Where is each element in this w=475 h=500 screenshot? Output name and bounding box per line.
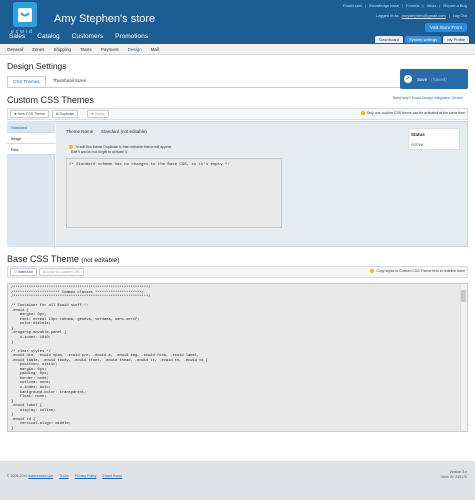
terms-link[interactable]: Terms (59, 474, 69, 478)
new-theme-label: New CSS Theme (17, 112, 45, 116)
nav-catalog[interactable]: Catalog (36, 33, 60, 40)
plus-icon: ✚ (14, 112, 17, 116)
copy-to-custom-button[interactable]: ⧉ Copy to Custom CSS (39, 268, 84, 276)
status-value: Active (411, 142, 424, 147)
copyright-link[interactable]: www.ecwid.com (28, 474, 53, 478)
only-one-tip: Only one custom CSS theme can be activat… (360, 111, 465, 116)
lightbulb-icon (360, 111, 365, 116)
tab-system-settings[interactable]: System settings (404, 36, 442, 43)
base-title-text: Base CSS Theme (7, 254, 79, 264)
store-title: Amy Stephen's store (54, 13, 156, 25)
delete-label: Delete (94, 112, 106, 116)
subnav-general[interactable]: General (7, 47, 23, 52)
need-help: Need help? Ecwid Design Integration Serv… (393, 96, 463, 100)
base-css-title: Base CSS Theme (not editable) (7, 254, 119, 264)
theme-item-standard[interactable]: Standard (7, 122, 55, 133)
subnav-shipping[interactable]: Shipping (54, 47, 72, 52)
subnav-design[interactable]: Design (128, 47, 142, 52)
nav-promotions[interactable]: Promotions (114, 33, 149, 40)
lightbulb-icon (69, 145, 73, 150)
custom-css-title: Custom CSS Themes (7, 95, 94, 105)
link-forums[interactable]: Forums (406, 3, 420, 8)
link-knowledge-base[interactable]: Knowledge base (369, 3, 399, 8)
info-line-1: To edit this theme Duplicate it, then ed… (69, 145, 172, 150)
tab-my-profile[interactable]: My Profile (443, 36, 469, 43)
nav-customers[interactable]: Customers (71, 33, 104, 40)
copy-tip-text: Copy styles to Custom CSS Theme field to… (376, 269, 465, 273)
info-line-2: Edit it and do not forget to activate it… (71, 150, 128, 154)
check-icon: ✓ (404, 75, 412, 83)
new-css-theme-button[interactable]: ✚ New CSS Theme (10, 110, 49, 118)
design-service-link[interactable]: Ecwid Design Integration Service (412, 96, 463, 100)
ecwid-logo[interactable] (13, 2, 37, 27)
user-email[interactable]: amystephen@gmail.com (402, 13, 446, 18)
copyright-text: © 2009-2010 (7, 474, 29, 478)
store-id: Store ID: 245176 (440, 475, 467, 479)
subnav: General Zones Shipping Taxes Payment Des… (7, 47, 159, 52)
nav-sales[interactable]: Sales (8, 33, 26, 40)
visit-store-button[interactable]: Visit Store Front (424, 23, 467, 32)
cart-icon (18, 7, 32, 22)
theme-item-red[interactable]: Red (7, 144, 55, 155)
login-line: Logged in as amystephen@gmail.com | Log O… (375, 13, 467, 18)
need-help-label: Need help? (392, 96, 411, 100)
select-all-icon: ☐ (14, 270, 18, 274)
logout-link[interactable]: Log Out (453, 13, 467, 18)
link-ideas[interactable]: Ideas (427, 3, 437, 8)
copy-tip: Copy styles to Custom CSS Theme field to… (370, 269, 465, 274)
privacy-link[interactable]: Privacy Policy (75, 474, 97, 478)
delete-icon: ✖ (91, 112, 94, 116)
save-label: Save (417, 77, 428, 82)
only-one-text: Only one custom CSS theme can be activat… (366, 111, 465, 115)
info-line-1-text: To edit this theme Duplicate it, then ed… (75, 145, 172, 149)
base-css-code[interactable]: /***************************************… (7, 283, 468, 432)
save-state: (Saved) (431, 77, 447, 82)
tabs-divider (7, 87, 468, 88)
code-scrollbar[interactable] (460, 284, 467, 431)
code-scrollbar-thumb[interactable] (461, 290, 466, 302)
subnav-mail[interactable]: Mail (151, 47, 159, 52)
theme-name-label: Theme Name (66, 129, 94, 134)
subnav-payment[interactable]: Payment (101, 47, 119, 52)
copyright: © 2009-2010 www.ecwid.com (7, 474, 53, 478)
duplicate-label: Duplicate (59, 112, 75, 116)
page-title: Design Settings (7, 61, 67, 71)
right-tabs: Dashboard System settings My Profile (375, 36, 469, 43)
footer-links: © 2009-2010 www.ecwid.com Terms Privacy … (7, 474, 122, 478)
logged-in-label: Logged in as (375, 13, 399, 18)
base-title-suffix: (not editable) (81, 257, 120, 264)
copy-label: Copy to Custom CSS (46, 270, 80, 274)
select-all-button[interactable]: ☐ Select All (10, 268, 37, 276)
status-label: Status (411, 132, 425, 137)
theme-name-value: Standard (not editable) (101, 129, 147, 134)
subnav-zones[interactable]: Zones (32, 47, 45, 52)
lightbulb-icon (370, 269, 375, 274)
footer-info: Version 5.x Store ID: 245176 (441, 470, 467, 480)
duplicate-button[interactable]: ⧉ Duplicate (52, 110, 79, 118)
select-all-label: Select All (18, 270, 33, 274)
link-ecwid-com[interactable]: Ecwid.com (343, 3, 362, 8)
top-links: Ecwid.com | Knowledge base | Forums | Ideas… (342, 3, 467, 8)
delete-button[interactable]: ✖ Delete (87, 110, 110, 118)
tab-dashboard[interactable]: Dashboard (375, 36, 403, 43)
tab-css-themes[interactable]: CSS Themes (7, 76, 46, 87)
ecwid-home-link[interactable]: Ecwid Home (103, 474, 123, 478)
subnav-taxes[interactable]: Taxes (80, 47, 92, 52)
tab-thumbnail-sizes[interactable]: Thumbnail Sizes (48, 76, 91, 87)
link-report-bug[interactable]: Report a Bug (443, 3, 467, 8)
main-nav: Sales Catalog Customers Promotions (8, 33, 149, 40)
custom-css-textarea[interactable]: /* Standard scheme has no changes to the… (66, 158, 282, 228)
design-tabs: CSS Themes Thumbnail Sizes (7, 76, 91, 87)
theme-item-beige[interactable]: Beige (7, 133, 55, 144)
footer (0, 461, 475, 500)
